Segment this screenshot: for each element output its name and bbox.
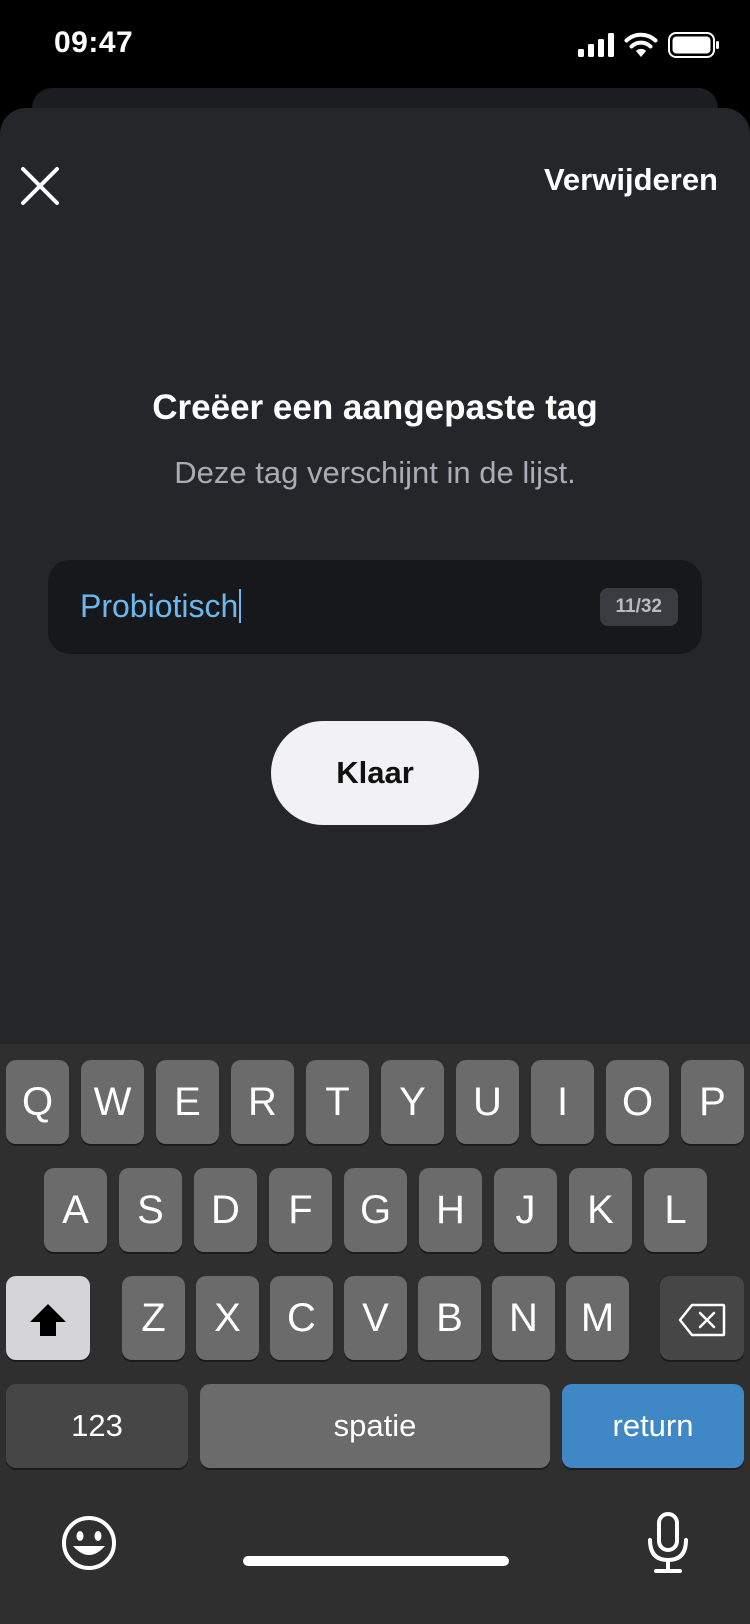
status-time: 09:47 [54,26,134,59]
tag-name-input[interactable]: Probiotisch 11/32 [48,560,702,654]
key-a[interactable]: A [44,1168,107,1252]
numbers-key[interactable]: 123 [6,1384,188,1468]
key-b[interactable]: B [418,1276,481,1360]
key-h[interactable]: H [419,1168,482,1252]
key-j[interactable]: J [494,1168,557,1252]
tag-name-value-wrap: Probiotisch [80,588,242,625]
shift-key[interactable] [6,1276,90,1360]
key-n[interactable]: N [492,1276,555,1360]
key-o[interactable]: O [606,1060,669,1144]
key-f[interactable]: F [269,1168,332,1252]
key-y[interactable]: Y [381,1060,444,1144]
key-c[interactable]: C [270,1276,333,1360]
key-i[interactable]: I [531,1060,594,1144]
key-z[interactable]: Z [122,1276,185,1360]
key-w[interactable]: W [81,1060,144,1144]
key-l[interactable]: L [644,1168,707,1252]
character-counter: 11/32 [599,588,678,626]
key-e[interactable]: E [156,1060,219,1144]
key-g[interactable]: G [344,1168,407,1252]
key-s[interactable]: S [119,1168,182,1252]
key-r[interactable]: R [231,1060,294,1144]
text-caret [239,589,242,623]
close-button[interactable] [18,164,62,208]
dictation-button[interactable] [646,1512,690,1574]
home-indicator [243,1556,509,1566]
key-x[interactable]: X [196,1276,259,1360]
battery-icon [668,32,719,58]
tag-name-value: Probiotisch [80,588,239,624]
key-d[interactable]: D [194,1168,257,1252]
key-k[interactable]: K [569,1168,632,1252]
key-v[interactable]: V [344,1276,407,1360]
emoji-button[interactable] [60,1514,118,1572]
status-icons [578,32,720,58]
microphone-icon [648,1512,688,1573]
status-bar: 09:47 [0,0,750,88]
delete-button[interactable]: Verwijderen [544,162,718,198]
signal-icon [578,33,614,57]
keyboard: Q W E R T Y U I O P A S D F G H J K L Z … [0,1044,750,1624]
screen: 09:47 Verwijderen Creëer een aangepaste … [0,0,750,1624]
backspace-key[interactable] [660,1276,744,1360]
close-icon [21,167,59,205]
key-q[interactable]: Q [6,1060,69,1144]
space-key[interactable]: spatie [200,1384,550,1468]
wifi-icon [624,32,658,57]
key-u[interactable]: U [456,1060,519,1144]
return-key[interactable]: return [562,1384,744,1468]
key-p[interactable]: P [681,1060,744,1144]
done-button[interactable]: Klaar [271,721,479,825]
dialog-subtitle: Deze tag verschijnt in de lijst. [174,455,576,490]
key-t[interactable]: T [306,1060,369,1144]
emoji-icon [62,1516,116,1570]
dialog-title: Creëer een aangepaste tag [152,388,598,427]
key-m[interactable]: M [566,1276,629,1360]
shift-icon [30,1304,66,1337]
backspace-icon [678,1304,726,1337]
